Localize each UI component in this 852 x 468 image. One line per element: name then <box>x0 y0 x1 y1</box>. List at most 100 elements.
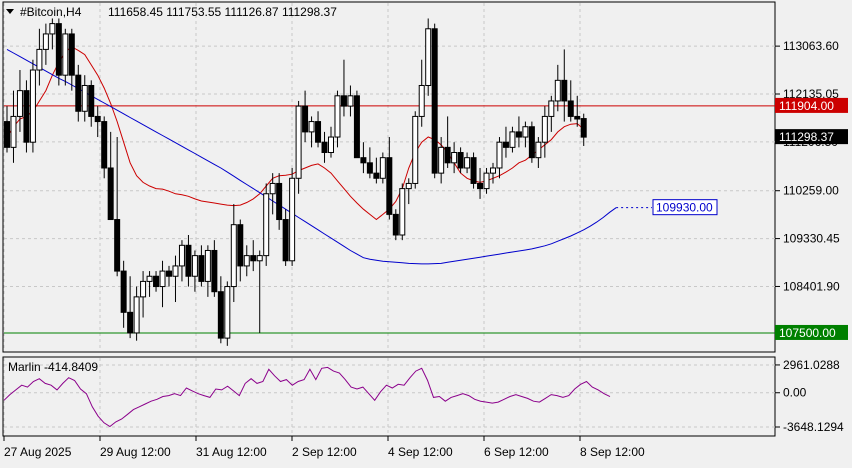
osc-tick-label: 0.00 <box>783 386 807 400</box>
candle-bearish <box>55 23 62 76</box>
x-tick-label: 4 Sep 12:00 <box>388 445 453 459</box>
candle-bearish <box>185 244 192 277</box>
candle-bearish <box>88 84 95 117</box>
candle-bullish <box>243 255 250 267</box>
candle-bullish <box>159 270 166 288</box>
current-price-label: 111298.37 <box>779 130 834 144</box>
candle-bullish <box>554 79 561 102</box>
candle-bullish <box>509 131 516 148</box>
candle-bearish <box>360 157 367 164</box>
candle-bearish <box>444 146 451 164</box>
projection-label: 109930.00 <box>656 201 713 215</box>
candle-bullish <box>49 23 56 35</box>
oscillator-axis: 2961.0288 0.00 -3648.1294 <box>775 358 844 434</box>
candle-bullish <box>490 167 496 174</box>
candle-bearish <box>580 118 587 138</box>
candle-bullish <box>263 193 270 257</box>
candle-bearish <box>217 291 224 339</box>
candle-bullish <box>418 84 425 117</box>
candle-bearish <box>166 270 172 277</box>
candle-bullish <box>81 84 88 112</box>
candle-bearish <box>574 115 581 120</box>
candle-bearish <box>107 167 114 221</box>
candle-bearish <box>4 121 10 148</box>
candle-bullish <box>541 115 548 143</box>
osc-tick-label: -3648.1294 <box>783 420 844 434</box>
candle-bullish <box>535 141 542 159</box>
y-tick-label: 110259.00 <box>783 184 839 198</box>
indicator-label: Marlin -414.8409 <box>8 360 98 374</box>
candle-bullish <box>42 33 49 50</box>
level-label: 107500.00 <box>779 326 836 340</box>
candle-bearish <box>120 270 127 313</box>
candle-bearish <box>366 162 373 174</box>
y-tick-label: 109330.45 <box>783 232 840 246</box>
candle-bullish <box>347 95 354 107</box>
candle-bearish <box>101 121 108 169</box>
ohlc-label: 111658.45 111753.55 111126.87 111298.37 <box>108 5 337 19</box>
x-tick-label: 31 Aug 12:00 <box>196 445 267 459</box>
x-tick-label: 27 Aug 2025 <box>4 445 72 459</box>
candle-bearish <box>315 121 322 143</box>
candle-bullish <box>62 33 69 76</box>
candle-bullish <box>230 224 237 288</box>
candle-bullish <box>483 172 490 190</box>
candle-bullish <box>379 157 386 179</box>
candle-bullish <box>438 146 445 174</box>
candle-bullish <box>172 265 179 277</box>
candle-bearish <box>386 157 393 215</box>
candle-bullish <box>269 182 276 195</box>
oscillator-panel <box>2 356 776 437</box>
x-tick-label: 2 Sep 12:00 <box>292 445 357 459</box>
candle-bearish <box>392 213 399 236</box>
chart-window: 113063.60112135.05111206.50110259.001093… <box>0 0 852 463</box>
price-axis: 113063.60112135.05111206.50110259.001093… <box>775 39 840 293</box>
candle-bearish <box>567 100 574 117</box>
candle-bullish <box>425 28 432 86</box>
candle-bearish <box>353 95 360 159</box>
chart-svg: 113063.60112135.05111206.50110259.001093… <box>2 1 848 459</box>
candle-bullish <box>224 286 231 339</box>
candle-bullish <box>36 48 43 71</box>
candle-bearish <box>515 131 522 138</box>
candle-bullish <box>451 152 458 164</box>
candle-bullish <box>412 115 419 184</box>
candle-bearish <box>477 182 484 190</box>
candle-bullish <box>191 255 198 277</box>
candle-bearish <box>23 90 30 143</box>
candle-bullish <box>496 141 503 169</box>
candle-bullish <box>295 105 302 179</box>
symbol-label: #Bitcoin,H4 <box>20 5 82 19</box>
candle-bullish <box>522 126 529 138</box>
candle-bullish <box>16 90 23 117</box>
candle-bullish <box>405 182 412 190</box>
candle-bearish <box>502 141 509 148</box>
candle-bullish <box>464 157 471 169</box>
candle-bearish <box>153 275 160 288</box>
candle-bearish <box>302 105 309 133</box>
candle-bearish <box>528 126 535 159</box>
candle-bullish <box>10 115 17 148</box>
candle-bearish <box>94 115 101 123</box>
candle-bearish <box>340 95 347 107</box>
candle-bearish <box>68 33 75 76</box>
y-tick-label: 113063.60 <box>783 39 839 53</box>
candle-bullish <box>146 275 153 282</box>
candle-bearish <box>321 141 328 154</box>
candle-bearish <box>237 224 244 267</box>
candle-bullish <box>256 255 263 262</box>
candle-bullish <box>334 95 341 138</box>
candle-bullish <box>133 296 140 334</box>
y-tick-label: 108401.90 <box>783 279 840 293</box>
candle-bearish <box>211 249 218 293</box>
candle-bearish <box>457 152 464 169</box>
x-tick-label: 6 Sep 12:00 <box>484 445 549 459</box>
candle-bullish <box>140 280 147 298</box>
candle-bullish <box>308 121 315 133</box>
x-tick-label: 29 Aug 12:00 <box>100 445 171 459</box>
candle-bearish <box>373 172 380 179</box>
candle-bullish <box>178 244 185 267</box>
candle-bearish <box>561 79 568 102</box>
candle-bullish <box>204 249 211 282</box>
osc-tick-label: 2961.0288 <box>783 358 840 372</box>
